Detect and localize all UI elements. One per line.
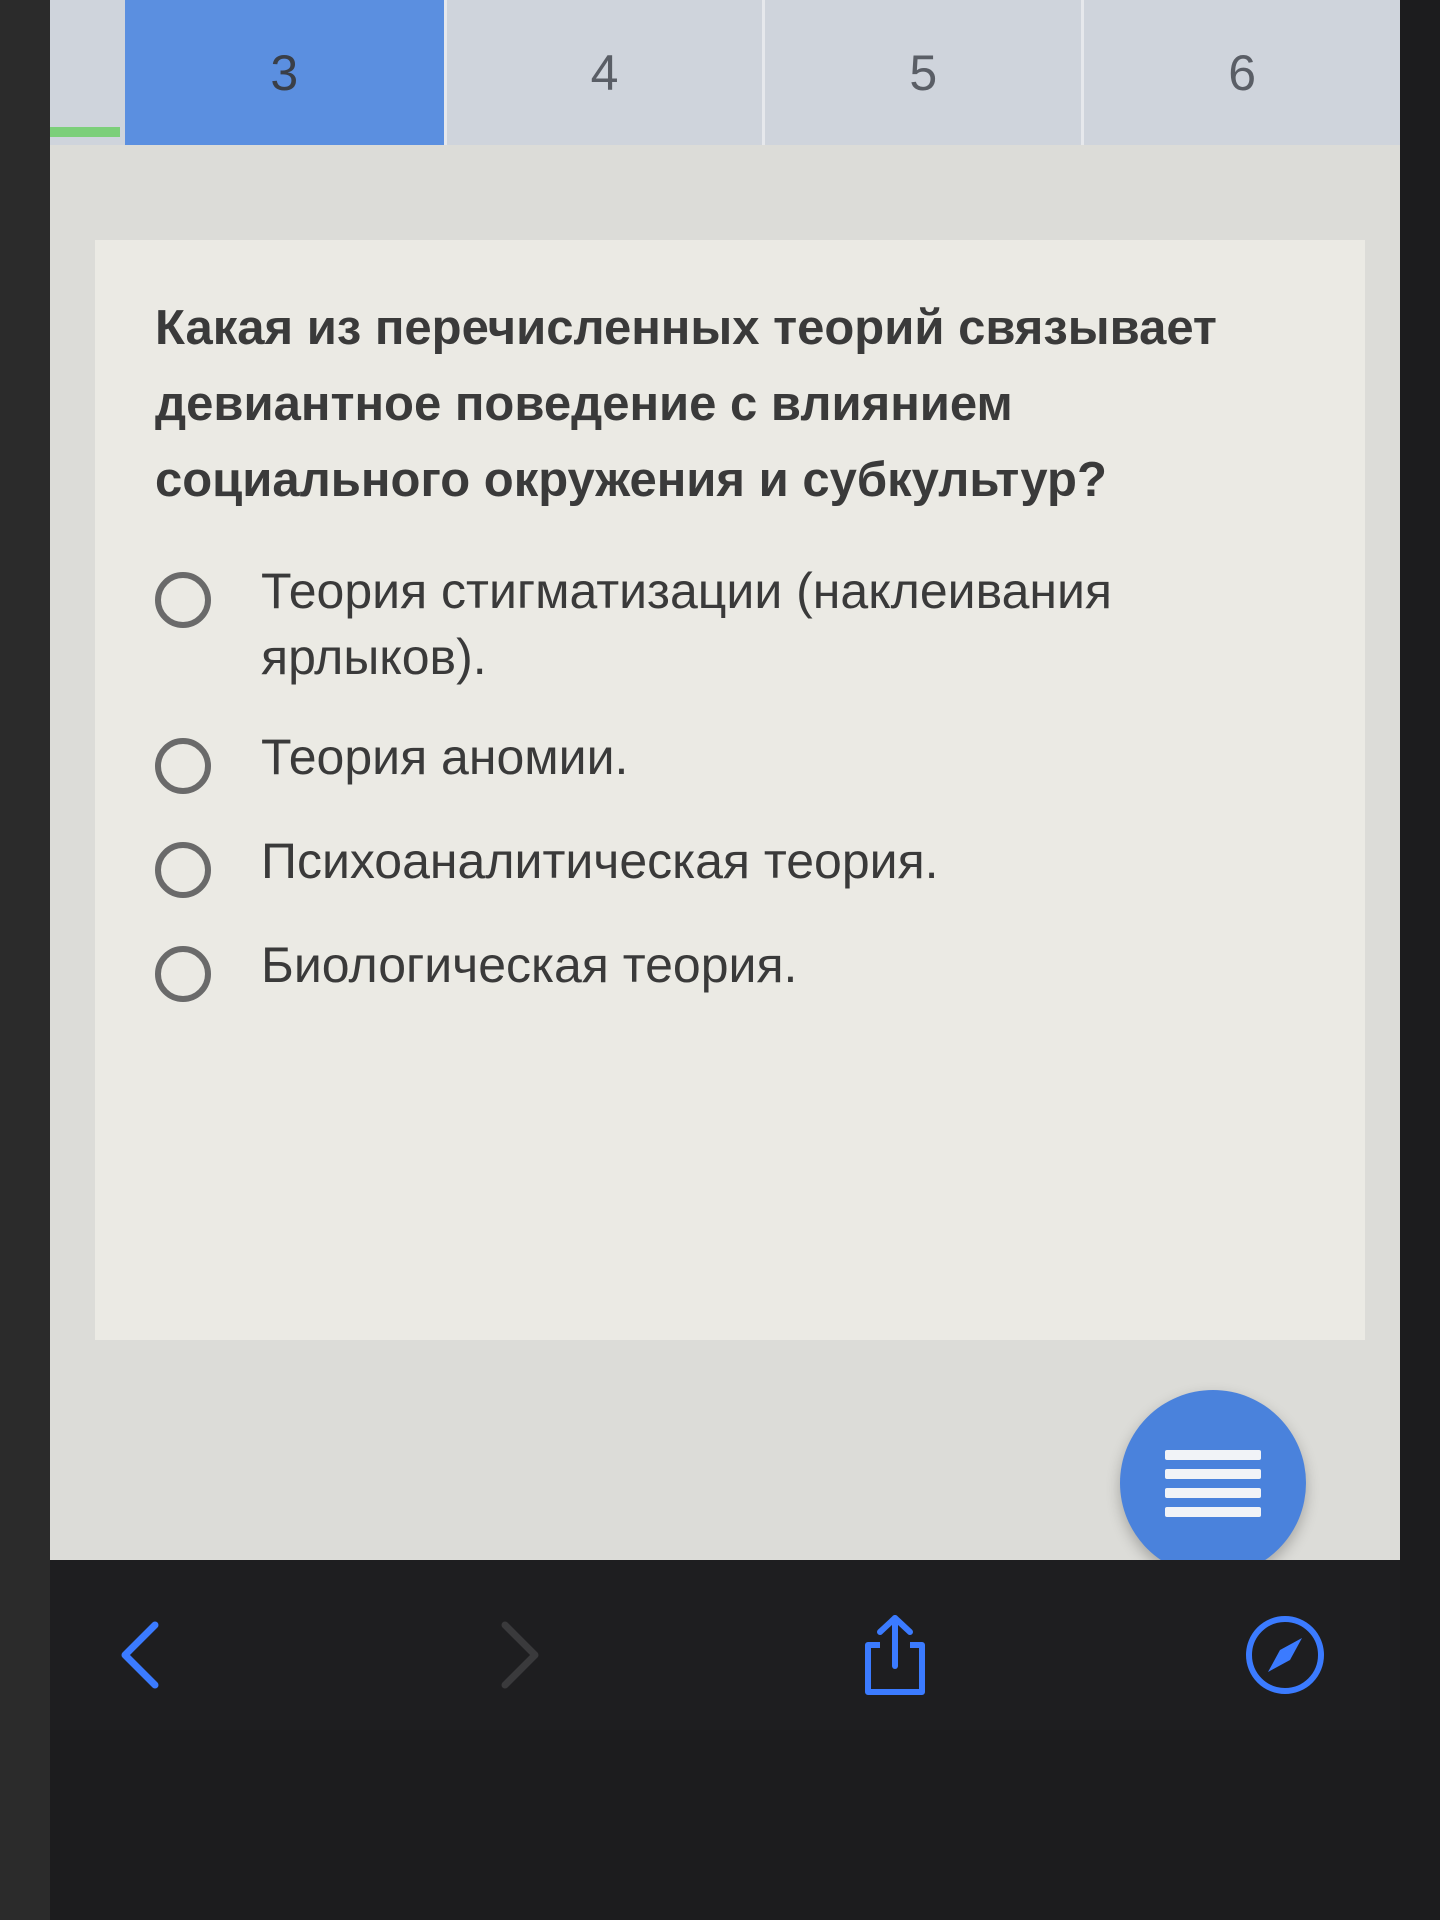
share-button[interactable]: [850, 1610, 940, 1700]
radio-button[interactable]: [155, 946, 211, 1002]
tab-question-3[interactable]: 3: [124, 0, 444, 145]
forward-button[interactable]: [470, 1610, 560, 1700]
device-edge: [0, 0, 50, 1920]
menu-icon-bar: [1165, 1449, 1261, 1460]
progress-indicator: [50, 127, 120, 137]
safari-button[interactable]: [1240, 1610, 1330, 1700]
tab-question-5[interactable]: 5: [762, 0, 1081, 145]
answer-option[interactable]: Биологическая теория.: [155, 932, 1305, 1002]
radio-button[interactable]: [155, 842, 211, 898]
chevron-right-icon: [501, 1621, 539, 1689]
question-card: Какая из перечисленных теорий связывает …: [95, 240, 1365, 1340]
menu-button[interactable]: [1120, 1390, 1306, 1576]
menu-icon-bar: [1165, 1506, 1261, 1517]
back-button[interactable]: [100, 1610, 190, 1700]
answer-label: Психоаналитическая теория.: [261, 833, 939, 889]
radio-button[interactable]: [155, 738, 211, 794]
browser-toolbar: [50, 1560, 1400, 1730]
radio-button[interactable]: [155, 572, 211, 628]
answer-label: Биологическая теория.: [261, 937, 798, 993]
tab-spacer: [50, 0, 125, 145]
tab-question-4[interactable]: 4: [443, 0, 763, 145]
answer-label: Теория аномии.: [261, 729, 629, 785]
answer-label: Теория стигматизации (наклеивания ярлыко…: [261, 563, 1113, 685]
chevron-left-icon: [121, 1621, 159, 1689]
answer-option[interactable]: Теория аномии.: [155, 724, 1305, 794]
answer-option[interactable]: Теория стигматизации (наклеивания ярлыко…: [155, 558, 1305, 690]
question-text: Какая из перечисленных теорий связывает …: [155, 301, 1217, 507]
compass-icon: [1246, 1616, 1324, 1694]
menu-icon-bar: [1165, 1468, 1261, 1479]
answer-option[interactable]: Психоаналитическая теория.: [155, 828, 1305, 898]
tab-question-6[interactable]: 6: [1081, 0, 1400, 145]
menu-icon-bar: [1165, 1487, 1261, 1498]
share-icon: [865, 1615, 925, 1695]
question-tabs: 3 4 5 6: [50, 0, 1400, 145]
